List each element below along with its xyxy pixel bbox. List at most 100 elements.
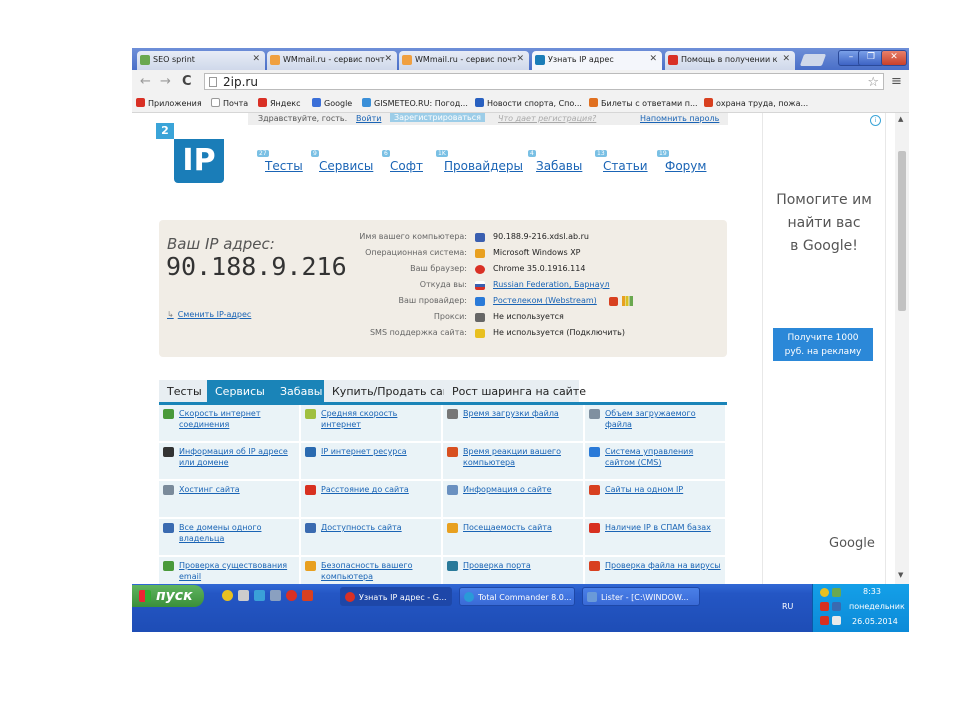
- bookmark-gismeteo[interactable]: GISMETEO.RU: Погод...: [362, 98, 468, 108]
- service-link[interactable]: Информация об IP адресе или домене: [159, 443, 299, 479]
- service-icon: [163, 561, 174, 571]
- bookmark-safety[interactable]: охрана труда, пожа...: [704, 98, 808, 108]
- service-link[interactable]: Информация о сайте: [443, 481, 583, 517]
- desktop-icon[interactable]: [270, 590, 281, 601]
- close-icon[interactable]: ✕: [252, 54, 260, 64]
- close-icon[interactable]: ✕: [649, 54, 657, 64]
- scroll-thumb[interactable]: [898, 151, 906, 311]
- nav-articles[interactable]: 13 Статьи: [595, 150, 648, 173]
- bookmark-apps[interactable]: Приложения: [136, 98, 202, 108]
- service-link[interactable]: Проверка порта: [443, 557, 583, 584]
- close-icon[interactable]: ✕: [384, 54, 392, 64]
- quicklaunch-icon[interactable]: [222, 590, 233, 601]
- service-link[interactable]: Посещаемость сайта: [443, 519, 583, 555]
- service-link[interactable]: Проверка файла на вирусы: [585, 557, 725, 584]
- quicklaunch-icon[interactable]: [238, 590, 249, 601]
- back-arrow-icon[interactable]: ←: [140, 74, 151, 89]
- clock-time[interactable]: 8:33: [863, 587, 881, 596]
- chrome-icon[interactable]: [286, 590, 297, 601]
- service-icon: [589, 561, 600, 571]
- yandex-icon[interactable]: [302, 590, 313, 601]
- forgot-password-link[interactable]: Напомнить пароль: [640, 114, 719, 123]
- service-link[interactable]: Доступность сайта: [301, 519, 441, 555]
- service-icon: [163, 523, 174, 533]
- keyboard-layout-icon[interactable]: [820, 616, 829, 625]
- start-button[interactable]: пуск: [132, 585, 204, 607]
- nav-label: Забавы: [536, 159, 583, 173]
- change-ip-link[interactable]: ↳ Сменить IP-адрес: [167, 310, 251, 319]
- nav-forum[interactable]: 19 Форум: [657, 150, 706, 173]
- taskbar-item[interactable]: Total Commander 8.0...: [459, 587, 575, 606]
- scroll-down-icon[interactable]: ▼: [898, 571, 903, 579]
- service-link[interactable]: Средняя скорость интернет: [301, 405, 441, 441]
- tab-services[interactable]: Сервисы: [207, 380, 272, 404]
- browser-tab[interactable]: WMmail.ru - сервис почт ✕: [267, 51, 397, 70]
- service-link[interactable]: Проверка существования email: [159, 557, 299, 584]
- total-commander-icon: [464, 592, 474, 602]
- browser-tab-active[interactable]: Узнать IP адрес ✕: [532, 51, 662, 70]
- service-link[interactable]: Скорость интернет соединения: [159, 405, 299, 441]
- browser-tab[interactable]: WMmail.ru - сервис почт ✕: [399, 51, 529, 70]
- taskbar-item[interactable]: Узнать IP адрес - G...: [340, 587, 452, 606]
- nav-fun[interactable]: 4 Забавы: [528, 150, 583, 173]
- nav-badge: 13: [595, 150, 607, 157]
- tab-fun[interactable]: Забавы: [272, 380, 324, 404]
- close-icon[interactable]: ✕: [782, 54, 790, 64]
- bookmark-google[interactable]: Google: [312, 98, 352, 108]
- tray-icon[interactable]: [832, 616, 841, 625]
- info-key: Ваш провайдер:: [398, 296, 468, 305]
- star-icon[interactable]: ☆: [867, 74, 879, 91]
- service-link[interactable]: Объем загружаемого файла: [585, 405, 725, 441]
- scroll-up-icon[interactable]: ▲: [898, 115, 903, 123]
- network-icon[interactable]: [832, 602, 841, 611]
- nav-software[interactable]: 6 Софт: [382, 150, 423, 173]
- login-link[interactable]: Войти: [356, 114, 381, 123]
- service-label: Безопасность вашего компьютера: [321, 561, 413, 581]
- tray-icon[interactable]: [820, 588, 829, 597]
- service-link[interactable]: Сайты на одном IP: [585, 481, 725, 517]
- bookmark-yandex[interactable]: Яндекс: [258, 98, 300, 108]
- service-link[interactable]: Хостинг сайта: [159, 481, 299, 517]
- bookmark-sport-news[interactable]: Новости спорта, Спо...: [475, 98, 582, 108]
- taskbar-item[interactable]: Lister - [C:\WINDOW...: [582, 587, 700, 606]
- volume-icon[interactable]: [820, 602, 829, 611]
- bookmark-mail[interactable]: Почта: [211, 98, 248, 108]
- vertical-scrollbar[interactable]: ▲ ▼: [895, 113, 909, 584]
- address-bar[interactable]: 2ip.ru ☆: [204, 73, 884, 90]
- browser-tab[interactable]: SEO sprint ✕: [137, 51, 265, 70]
- service-link[interactable]: IP интернет ресурса: [301, 443, 441, 479]
- language-indicator[interactable]: RU: [782, 602, 793, 611]
- forward-arrow-icon[interactable]: →: [160, 74, 171, 89]
- window-close-button[interactable]: ✕: [881, 50, 907, 66]
- tab-sharing-growth[interactable]: Рост шаринга на сайте: [444, 380, 586, 404]
- service-link[interactable]: Время реакции вашего компьютера: [443, 443, 583, 479]
- ad-button[interactable]: Получите 1000 руб. на рекламу: [773, 328, 873, 361]
- site-logo[interactable]: IP: [174, 139, 224, 183]
- ad-info-icon[interactable]: i: [870, 115, 881, 126]
- nav-services[interactable]: 9 Сервисы: [311, 150, 373, 173]
- service-link[interactable]: Все домены одного владельца: [159, 519, 299, 555]
- ie-icon[interactable]: [254, 590, 265, 601]
- new-tab-button[interactable]: [799, 54, 827, 66]
- register-button[interactable]: Зарегистрироваться: [390, 113, 485, 122]
- tab-tests[interactable]: Тесты: [159, 380, 207, 404]
- menu-icon[interactable]: ≡: [891, 74, 902, 89]
- why-register-link[interactable]: Что дает регистрация?: [498, 114, 596, 123]
- nav-tests[interactable]: 27 Тесты: [257, 150, 303, 173]
- reload-icon[interactable]: C: [182, 74, 192, 89]
- windows-taskbar: пуск Узнать IP адрес - G... Total Comman…: [132, 584, 909, 632]
- service-link[interactable]: Безопасность вашего компьютера: [301, 557, 441, 584]
- flag-icon: [475, 281, 485, 290]
- close-icon[interactable]: ✕: [516, 54, 524, 64]
- browser-tab[interactable]: Помощь в получении к ✕: [665, 51, 795, 70]
- service-link[interactable]: Расстояние до сайта: [301, 481, 441, 517]
- location-link[interactable]: Russian Federation, Барнаул: [493, 280, 609, 289]
- tray-icon[interactable]: [832, 588, 841, 597]
- service-link[interactable]: Время загрузки файла: [443, 405, 583, 441]
- service-link[interactable]: Наличие IP в СПАМ базах: [585, 519, 725, 555]
- bookmark-tickets[interactable]: Билеты с ответами п...: [589, 98, 698, 108]
- nav-providers[interactable]: 1K Провайдеры: [436, 150, 523, 173]
- service-link[interactable]: Система управления сайтом (CMS): [585, 443, 725, 479]
- provider-link[interactable]: Ростелеком (Webstream): [493, 296, 597, 305]
- tab-buy-sell-site[interactable]: Купить/Продать сайт: [324, 380, 456, 404]
